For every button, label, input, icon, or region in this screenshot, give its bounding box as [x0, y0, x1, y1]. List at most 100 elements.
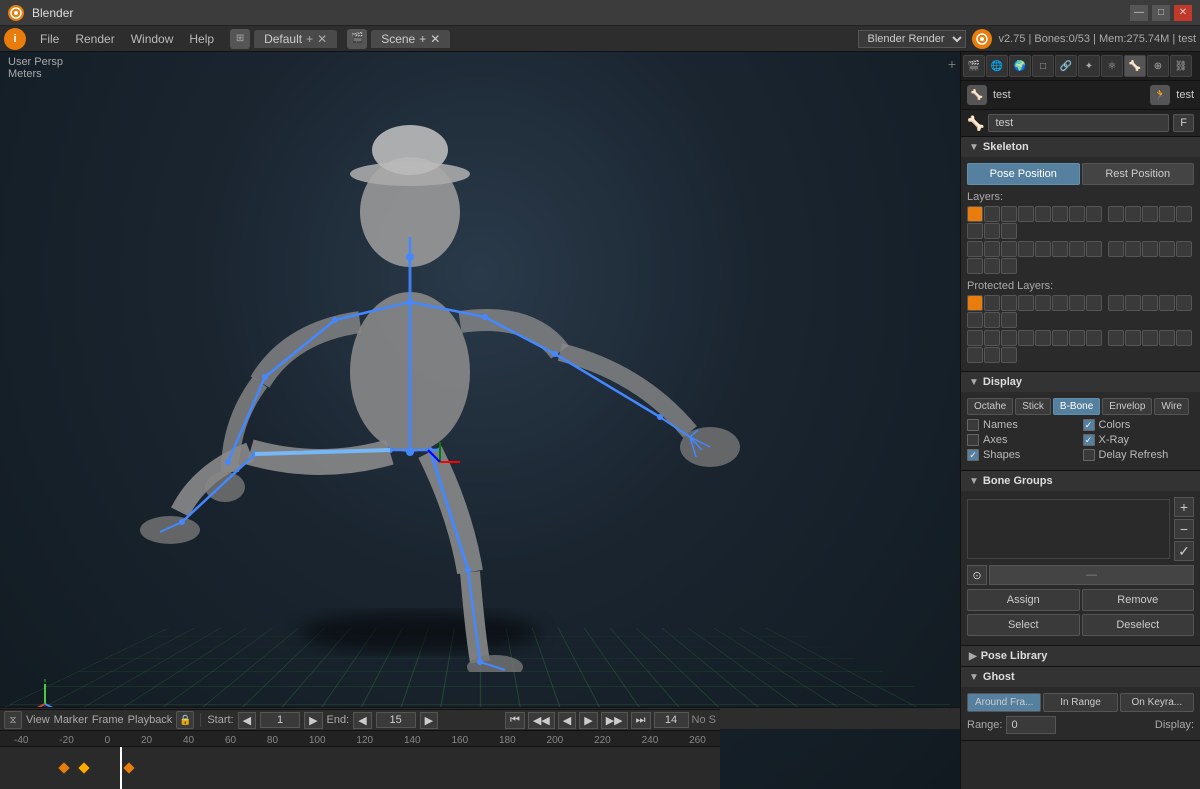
protected-layer-dot-31[interactable]	[984, 347, 1000, 363]
protected-layer-dot-25[interactable]	[1108, 330, 1124, 346]
timeline-start-prev[interactable]: ◀	[238, 712, 256, 729]
menu-help[interactable]: Help	[181, 30, 222, 48]
protected-layer-dot-1[interactable]	[967, 295, 983, 311]
layer-dot-5[interactable]	[1035, 206, 1051, 222]
timeline-prev-frame[interactable]: ◀◀	[528, 712, 555, 729]
protected-layer-dot-12[interactable]	[1159, 295, 1175, 311]
protected-layer-dot-24[interactable]	[1086, 330, 1102, 346]
bone-group-check-button[interactable]: ✓	[1174, 541, 1194, 561]
layer-dot-17[interactable]	[967, 241, 983, 257]
pose-position-button[interactable]: Pose Position	[967, 163, 1080, 185]
panel-tab-constraints[interactable]: 🔗	[1055, 55, 1077, 77]
timeline-current-frame[interactable]	[654, 712, 689, 728]
bone-group-remove-button[interactable]: −	[1174, 519, 1194, 539]
protected-layer-dot-2[interactable]	[984, 295, 1000, 311]
timeline-start-input[interactable]	[260, 712, 300, 728]
layer-dot-11[interactable]	[1142, 206, 1158, 222]
display-section-header[interactable]: ▼ Display	[961, 372, 1200, 392]
scene-close-icon[interactable]: ✕	[430, 32, 440, 46]
rest-position-button[interactable]: Rest Position	[1082, 163, 1195, 185]
menu-render[interactable]: Render	[67, 30, 122, 48]
layer-dot-29[interactable]	[1176, 241, 1192, 257]
protected-layer-dot-10[interactable]	[1125, 295, 1141, 311]
ghost-on-keyframe-button[interactable]: On Keyra...	[1120, 693, 1194, 712]
select-button[interactable]: Select	[967, 614, 1080, 636]
workspace-add-icon[interactable]: +	[306, 32, 313, 46]
layer-dot-9[interactable]	[1108, 206, 1124, 222]
panel-tab-render[interactable]: 🎬	[963, 55, 985, 77]
bone-group-move-icon[interactable]: ⊙	[967, 565, 987, 585]
display-stick-button[interactable]: Stick	[1015, 398, 1051, 415]
layer-dot-31[interactable]	[984, 258, 1000, 274]
protected-layer-dot-4[interactable]	[1018, 295, 1034, 311]
protected-layer-dot-18[interactable]	[984, 330, 1000, 346]
maximize-button[interactable]: □	[1152, 5, 1170, 21]
ghost-range-input[interactable]	[1006, 716, 1056, 734]
scene-tab[interactable]: Scene + ✕	[371, 30, 450, 48]
layer-dot-7[interactable]	[1069, 206, 1085, 222]
skeleton-section-header[interactable]: ▼ Skeleton	[961, 137, 1200, 157]
protected-layer-dot-17[interactable]	[967, 330, 983, 346]
layer-dot-3[interactable]	[1001, 206, 1017, 222]
layer-dot-32[interactable]	[1001, 258, 1017, 274]
layer-dot-4[interactable]	[1018, 206, 1034, 222]
corner-plus-button[interactable]: +	[948, 56, 956, 72]
protected-layer-dot-11[interactable]	[1142, 295, 1158, 311]
ghost-around-frames-button[interactable]: Around Fra...	[967, 693, 1041, 712]
protected-layer-dot-22[interactable]	[1052, 330, 1068, 346]
protected-layer-dot-15[interactable]	[984, 312, 1000, 328]
layer-dot-13[interactable]	[1176, 206, 1192, 222]
layer-dot-10[interactable]	[1125, 206, 1141, 222]
layer-dot-1[interactable]	[967, 206, 983, 222]
armature-f-button[interactable]: F	[1173, 114, 1194, 132]
protected-layer-dot-30[interactable]	[967, 347, 983, 363]
menu-window[interactable]: Window	[123, 30, 182, 48]
minimize-button[interactable]: —	[1130, 5, 1148, 21]
protected-layer-dot-14[interactable]	[967, 312, 983, 328]
info-icon[interactable]: i	[4, 28, 26, 50]
timeline-start-next[interactable]: ▶	[304, 712, 322, 729]
display-wire-button[interactable]: Wire	[1154, 398, 1189, 415]
layer-dot-12[interactable]	[1159, 206, 1175, 222]
layer-dot-15[interactable]	[984, 223, 1000, 239]
protected-layer-dot-19[interactable]	[1001, 330, 1017, 346]
protected-layer-dot-16[interactable]	[1001, 312, 1017, 328]
protected-layer-dot-26[interactable]	[1125, 330, 1141, 346]
layer-dot-30[interactable]	[967, 258, 983, 274]
protected-layer-dot-28[interactable]	[1159, 330, 1175, 346]
timeline-end-next[interactable]: ▶	[420, 712, 438, 729]
protected-layer-dot-5[interactable]	[1035, 295, 1051, 311]
timeline-content[interactable]	[0, 747, 720, 789]
timeline-editor-icon[interactable]: ⧖	[4, 711, 22, 729]
protected-layer-dot-32[interactable]	[1001, 347, 1017, 363]
protected-layer-dot-7[interactable]	[1069, 295, 1085, 311]
panel-tab-scene[interactable]: 🌐	[986, 55, 1008, 77]
panel-tab-world[interactable]: 🌍	[1009, 55, 1031, 77]
layer-dot-28[interactable]	[1159, 241, 1175, 257]
display-octahe-button[interactable]: Octahe	[967, 398, 1013, 415]
close-button[interactable]: ✕	[1174, 5, 1192, 21]
timeline-jump-start[interactable]: ⏮	[505, 712, 525, 729]
layer-dot-27[interactable]	[1142, 241, 1158, 257]
panel-tab-armature[interactable]: 🦴	[1124, 55, 1146, 77]
names-checkbox[interactable]	[967, 419, 979, 431]
colors-checkbox[interactable]	[1083, 419, 1095, 431]
timeline-lock-icon[interactable]: 🔒	[176, 711, 194, 729]
timeline-prev-keyframe[interactable]: ◀	[558, 712, 576, 729]
timeline-view-label[interactable]: View	[26, 714, 50, 726]
protected-layer-dot-27[interactable]	[1142, 330, 1158, 346]
delay-refresh-checkbox[interactable]	[1083, 449, 1095, 461]
protected-layer-dot-8[interactable]	[1086, 295, 1102, 311]
timeline-frame-label[interactable]: Frame	[92, 714, 124, 726]
bone-group-list[interactable]	[967, 499, 1170, 559]
layer-dot-16[interactable]	[1001, 223, 1017, 239]
display-bbone-button[interactable]: B-Bone	[1053, 398, 1100, 415]
object-mode-icon[interactable]: 🦴	[967, 85, 987, 105]
layer-dot-21[interactable]	[1035, 241, 1051, 257]
layer-dot-8[interactable]	[1086, 206, 1102, 222]
protected-layer-dot-20[interactable]	[1018, 330, 1034, 346]
panel-tab-boneconstraints[interactable]: ⛓	[1170, 55, 1192, 77]
timeline-playback-label[interactable]: Playback	[128, 714, 173, 726]
deselect-button[interactable]: Deselect	[1082, 614, 1195, 636]
bone-groups-section-header[interactable]: ▼ Bone Groups	[961, 471, 1200, 491]
